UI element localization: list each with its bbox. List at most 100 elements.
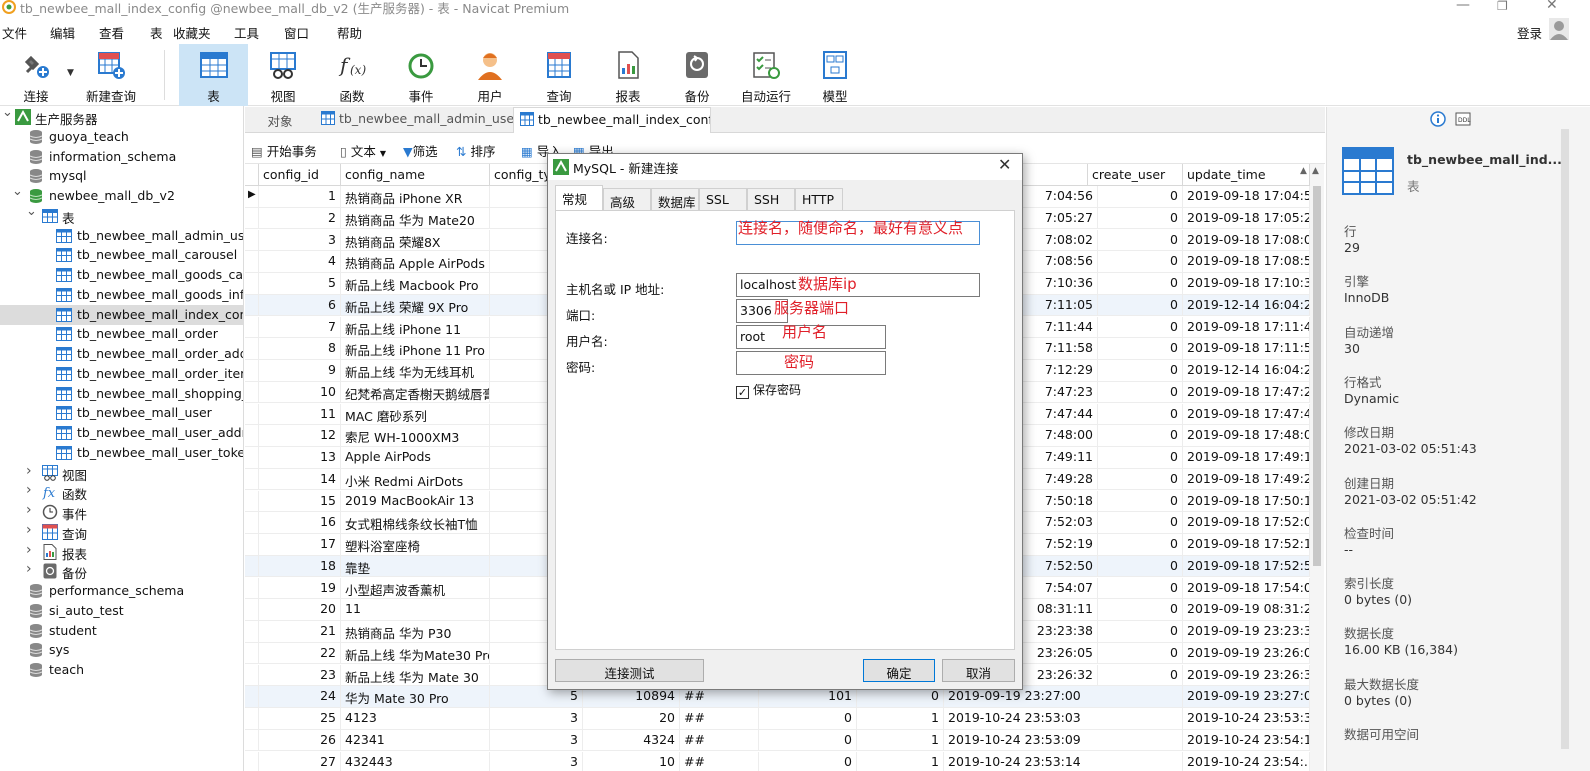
table-row[interactable]: 25 4123 3 20 ## 0 1 2019-10-24 23:53:03 2019-10-… [245,708,1310,730]
table-cell[interactable]: 2019-09-19 23:26:32 [1183,664,1310,686]
event-tool-button[interactable]: 事件 [390,44,452,106]
table-cell[interactable]: 0 [759,708,857,729]
row-selector[interactable] [245,229,259,251]
table-cell[interactable]: 11 [341,599,490,621]
table-cell[interactable]: 4 [259,251,341,273]
sidebar-item-tb_newbee_mall_index_config[interactable]: tb_newbee_mall_index_config [0,304,243,325]
table-cell[interactable]: 15 [259,490,341,512]
table-cell[interactable]: 新品上线 iPhone 11 [341,316,490,338]
collapse-chevron-icon[interactable]: › [26,502,32,518]
tab-admin-user[interactable]: tb_newbee_mall_admin_user... [315,107,513,133]
sidebar-item-tb_newbee_mall_order[interactable]: tb_newbee_mall_order [0,324,243,344]
row-selector[interactable] [245,751,259,771]
table-cell[interactable]: 0 [759,729,857,751]
table-cell[interactable]: 0 [1088,534,1183,555]
table-cell[interactable]: 2019-09-18 17:08:56 [1183,251,1310,273]
table-cell[interactable]: 2019-09-18 17:52:19 [1183,534,1310,555]
table-cell[interactable]: 1 [259,186,341,207]
sort-up-icon[interactable]: ▲ [1300,166,1307,176]
table-cell[interactable]: 2019 MacBookAir 13 [341,490,490,512]
table-cell[interactable]: 0 [1088,468,1183,490]
table-cell[interactable]: 22 [259,642,341,664]
row-selector[interactable] [245,316,259,338]
table-row[interactable]: 27 432443 3 10 ## 0 1 2019-10-24 23:53:14 2019-1… [245,751,1310,771]
table-cell[interactable]: 0 [1088,621,1183,642]
table-cell[interactable]: ## [680,751,759,771]
table-cell[interactable]: 2019-09-19 23:27:00 [1183,686,1310,708]
table-cell[interactable]: 新品上线 华为 Mate 30 [341,664,490,686]
table-cell[interactable]: 2019-10-24 23:53:35 [1183,708,1310,729]
table-cell[interactable]: 21 [259,621,341,642]
expand-chevron-icon[interactable]: ⌄ [12,184,23,199]
table-cell[interactable]: 24 [259,686,341,708]
row-selector[interactable] [245,512,259,534]
table-cell[interactable]: 2019-09-18 17:11:58 [1183,338,1310,360]
collapse-chevron-icon[interactable]: › [26,522,32,538]
table-cell[interactable]: 0 [1088,273,1183,294]
table-cell[interactable]: 1 [857,729,944,751]
row-selector[interactable] [245,468,259,490]
table-cell[interactable]: 0 [1088,316,1183,338]
column-header[interactable]: update_time [1183,164,1310,186]
connect-dropdown-arrow-icon[interactable]: ▼ [67,68,74,78]
menu-tools[interactable]: 工具 [234,23,259,42]
table-cell[interactable]: 1 [857,708,944,729]
table-cell[interactable]: 2019-09-18 17:49:28 [1183,468,1310,490]
table-cell[interactable]: 新品上线 Macbook Pro [341,273,490,294]
table-cell[interactable]: 2019-09-18 17:52:50 [1183,555,1310,577]
table-cell[interactable]: ## [680,729,759,751]
row-selector[interactable] [245,686,259,708]
dialog-tab-advanced[interactable]: 高级 [603,188,651,210]
dialog-tab-ssh[interactable]: SSH [747,188,795,210]
table-cell[interactable]: 19 [259,577,341,599]
table-cell[interactable]: 0 [1088,186,1183,207]
sort-button[interactable]: ⇅ 排序 [456,141,495,160]
sidebar-item-teach[interactable]: teach [0,660,243,680]
table-cell[interactable]: 7 [259,316,341,338]
expand-chevron-icon[interactable]: ⌄ [26,204,37,219]
info-icon[interactable] [1430,111,1446,127]
table-cell[interactable]: 3 [490,708,583,729]
user-tool-button[interactable]: 用户 [459,44,521,106]
tab-objects[interactable]: 对象 [245,107,315,133]
table-cell[interactable]: 10 [583,751,680,771]
dialog-close-icon[interactable]: ✕ [998,155,1011,174]
ddl-icon[interactable]: DDL [1455,111,1471,127]
table-cell[interactable]: 华为 Mate 30 Pro [341,686,490,708]
table-cell[interactable]: 女式粗棉线条纹长袖T恤 [341,512,490,534]
sidebar-item-tb_newbee_mall_user[interactable]: tb_newbee_mall_user [0,403,243,423]
row-selector[interactable] [245,381,259,403]
report-tool-button[interactable]: 报表 [597,44,659,106]
row-selector[interactable] [245,360,259,381]
row-selector[interactable] [245,708,259,729]
sidebar-item-group-22[interactable]: › 报表 [0,542,243,562]
sidebar-item-tb_newbee_mall_user_token[interactable]: tb_newbee_mall_user_token [0,443,243,463]
row-selector[interactable] [245,294,259,316]
sidebar-item-si_auto_test[interactable]: si_auto_test [0,601,243,621]
collapse-chevron-icon[interactable]: › [26,482,32,498]
table-cell[interactable]: 2019-09-18 17:52:03 [1183,512,1310,534]
table-cell[interactable]: 2019-09-18 17:11:44 [1183,316,1310,338]
table-cell[interactable]: 靠垫 [341,555,490,577]
table-cell[interactable]: 9 [259,360,341,381]
row-selector[interactable] [245,403,259,425]
table-cell[interactable]: 23 [259,664,341,686]
column-header[interactable]: config_id [259,164,341,186]
test-connection-button[interactable]: 连接测试 [555,659,704,682]
cancel-button[interactable]: 取消 [942,659,1015,682]
row-selector[interactable] [245,555,259,577]
table-cell[interactable]: 14 [259,468,341,490]
table-cell[interactable]: 42341 [341,729,490,751]
sidebar-item-tb_newbee_mall_shopping_ca[interactable]: tb_newbee_mall_shopping_ca [0,384,243,404]
grid-vertical-scrollbar[interactable]: ▲ [1310,164,1324,771]
table-cell[interactable]: 25 [259,708,341,729]
table-cell[interactable]: 0 [1088,425,1183,447]
table-cell[interactable]: 2019-12-14 16:04:26 [1183,360,1310,381]
table-cell[interactable]: 5 [259,273,341,294]
sidebar-item-student[interactable]: student [0,621,243,641]
dialog-tab-ssl[interactable]: SSL [699,188,747,210]
column-header[interactable]: create_user [1088,164,1183,186]
table-cell[interactable]: 20 [259,599,341,621]
menu-table[interactable]: 表 [150,23,163,42]
sidebar-item-tb_newbee_mall_goods_categ[interactable]: tb_newbee_mall_goods_categ [0,265,243,285]
